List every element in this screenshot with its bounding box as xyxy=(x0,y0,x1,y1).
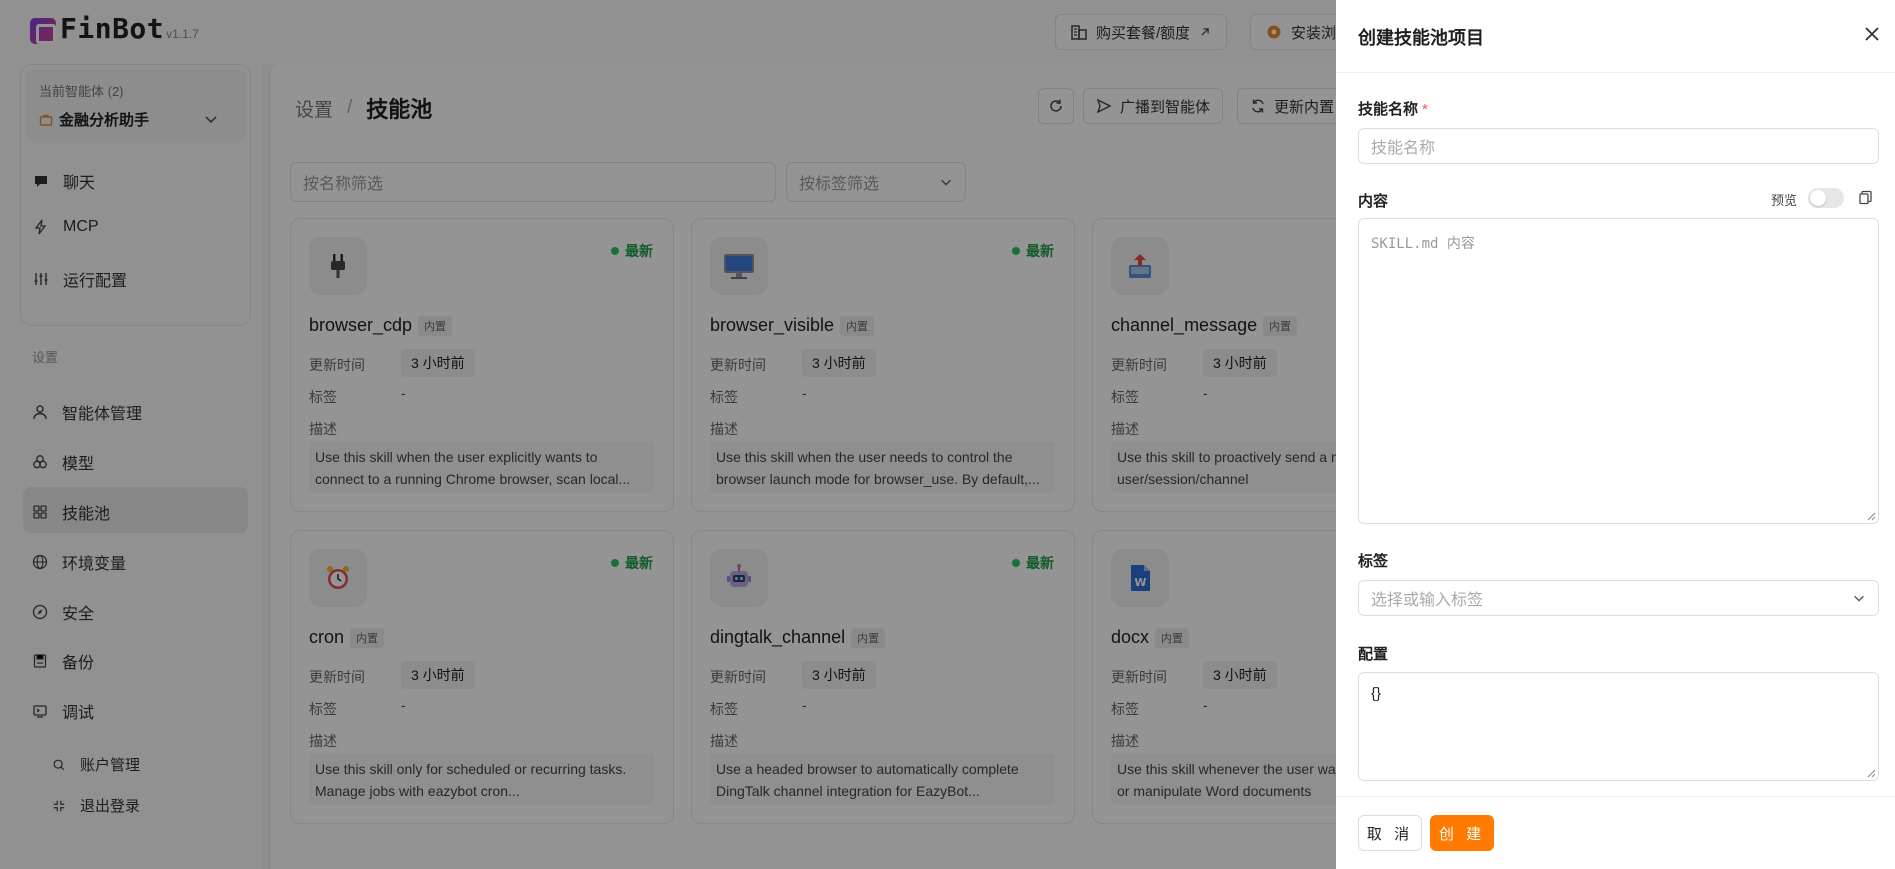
drawer-divider xyxy=(1336,72,1895,73)
skill-name-label: 技能名称 * xyxy=(1358,101,1428,118)
footer-divider xyxy=(1336,796,1895,797)
create-skill-drawer: 创建技能池项目 技能名称 * 技能名称 内容 预览 SKILL.md 内容 标签 … xyxy=(1336,0,1895,869)
preview-toggle[interactable] xyxy=(1808,188,1844,208)
config-value: {} xyxy=(1371,685,1382,702)
tags-select[interactable]: 选择或输入标签 xyxy=(1358,580,1879,616)
tags-placeholder: 选择或输入标签 xyxy=(1371,592,1484,609)
create-button[interactable]: 创 建 xyxy=(1430,815,1494,851)
skill-name-input[interactable]: 技能名称 xyxy=(1358,128,1879,164)
preview-label: 预览 xyxy=(1771,193,1798,208)
cancel-button[interactable]: 取 消 xyxy=(1358,815,1422,851)
content-label: 内容 xyxy=(1358,193,1389,210)
tags-field-label: 标签 xyxy=(1358,553,1389,570)
resize-handle-icon[interactable] xyxy=(1867,769,1876,778)
chevron-down-icon xyxy=(1854,595,1864,602)
required-mark: * xyxy=(1422,101,1428,118)
content-textarea[interactable]: SKILL.md 内容 xyxy=(1358,218,1879,524)
config-textarea[interactable]: {} xyxy=(1358,672,1879,781)
content-placeholder: SKILL.md 内容 xyxy=(1371,236,1475,252)
copy-icon[interactable] xyxy=(1858,190,1873,205)
close-icon[interactable] xyxy=(1862,24,1882,44)
drawer-title: 创建技能池项目 xyxy=(1358,28,1484,48)
resize-handle-icon[interactable] xyxy=(1867,512,1876,521)
config-label: 配置 xyxy=(1358,646,1389,663)
